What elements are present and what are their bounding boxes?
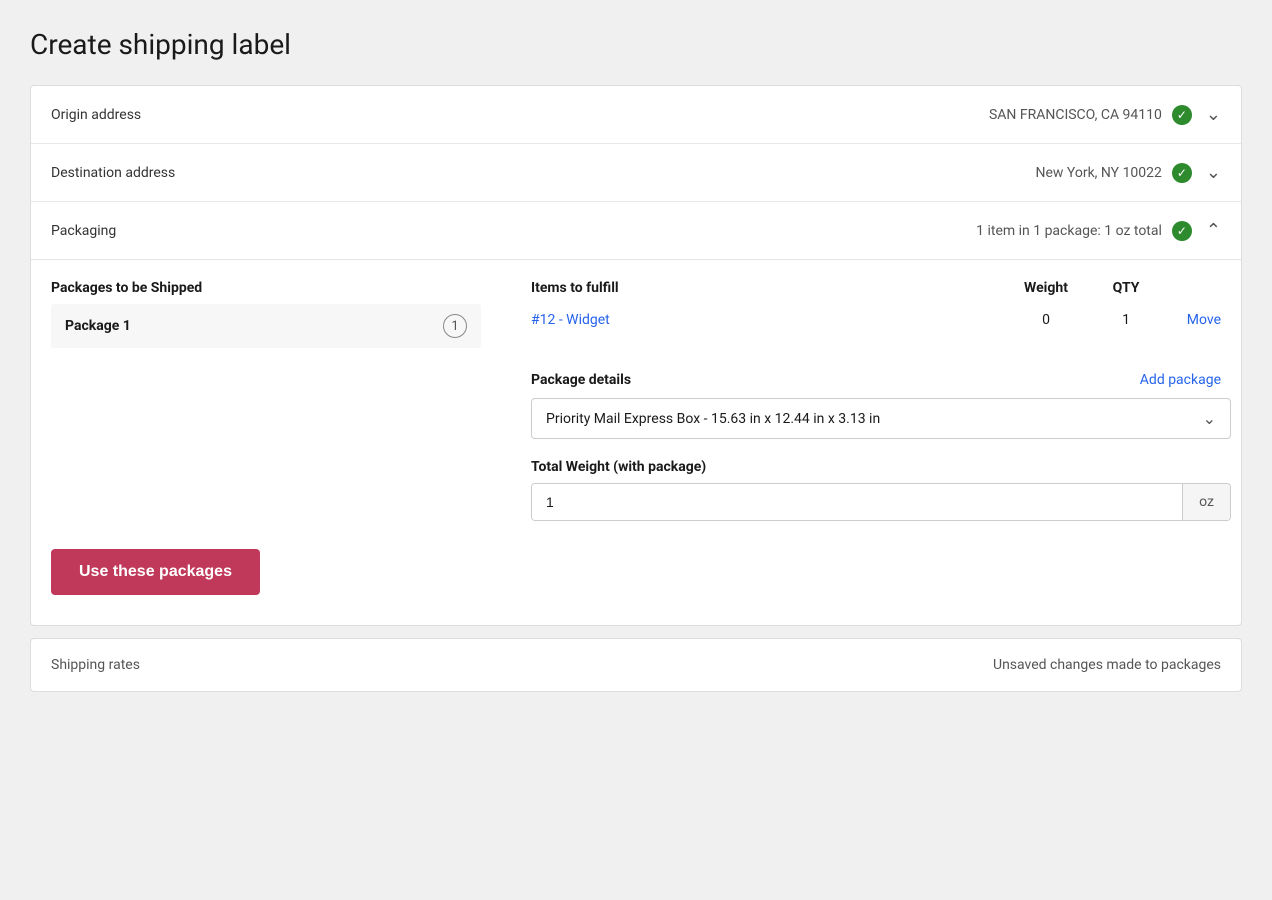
packaging-header-right: 1 item in 1 package: 1 oz total ✓ ⌃: [976, 220, 1221, 241]
package-details-label: Package details: [531, 372, 631, 388]
weight-input-row: oz: [531, 483, 1231, 521]
page-title: Create shipping label: [30, 20, 1242, 61]
add-package-link[interactable]: Add package: [1140, 372, 1221, 388]
origin-chevron-icon[interactable]: ⌄: [1206, 104, 1221, 125]
item-name-link[interactable]: #12 - Widget: [531, 312, 1001, 328]
packaging-body: Packages to be Shipped Items to fulfill …: [31, 260, 1241, 625]
destination-address-section: Destination address New York, NY 10022 ✓…: [31, 144, 1241, 202]
item-qty: 1: [1091, 312, 1161, 328]
packaging-chevron-icon[interactable]: ⌃: [1206, 220, 1221, 241]
use-packages-button[interactable]: Use these packages: [51, 549, 260, 595]
item-weight: 0: [1001, 312, 1091, 328]
items-col: #12 - Widget 0 1 Move: [531, 304, 1221, 332]
destination-verified-icon: ✓: [1172, 163, 1192, 183]
destination-chevron-icon[interactable]: ⌄: [1206, 162, 1221, 183]
destination-label: Destination address: [51, 165, 175, 181]
col-packages-header: Packages to be Shipped: [51, 280, 531, 296]
origin-right: SAN FRANCISCO, CA 94110 ✓ ⌄: [989, 104, 1221, 125]
packaging-verified-icon: ✓: [1172, 221, 1192, 241]
packaging-label: Packaging: [51, 223, 116, 239]
col-items-header: Items to fulfill: [531, 280, 1001, 296]
package-select-value: Priority Mail Express Box - 15.63 in x 1…: [546, 411, 880, 427]
package-item: Package 1 1: [51, 304, 481, 348]
package-select[interactable]: Priority Mail Express Box - 15.63 in x 1…: [531, 398, 1231, 439]
move-button[interactable]: Move: [1161, 312, 1221, 328]
origin-label: Origin address: [51, 107, 141, 123]
destination-value: New York, NY 10022: [1035, 165, 1161, 181]
origin-value: SAN FRANCISCO, CA 94110: [989, 107, 1162, 123]
main-card: Origin address SAN FRANCISCO, CA 94110 ✓…: [30, 85, 1242, 626]
total-weight-section: Total Weight (with package) oz: [531, 459, 1221, 521]
package-name: Package 1: [65, 318, 131, 334]
package-list-col: Package 1 1: [51, 304, 531, 348]
table-header: Packages to be Shipped Items to fulfill …: [51, 280, 1221, 296]
weight-input[interactable]: [532, 484, 1182, 520]
table-row: Package 1 1 #12 - Widget 0 1 Move: [51, 304, 1221, 348]
origin-verified-icon: ✓: [1172, 105, 1192, 125]
package-details-section: Package details Add package Priority Mai…: [51, 372, 1221, 439]
col-qty-header: QTY: [1091, 280, 1161, 296]
origin-address-section: Origin address SAN FRANCISCO, CA 94110 ✓…: [31, 86, 1241, 144]
col-weight-header: Weight: [1001, 280, 1091, 296]
unsaved-changes-text: Unsaved changes made to packages: [993, 657, 1221, 673]
shipping-rates-label: Shipping rates: [51, 657, 140, 673]
package-select-wrapper: Priority Mail Express Box - 15.63 in x 1…: [531, 398, 1221, 439]
packaging-summary: 1 item in 1 package: 1 oz total: [976, 223, 1162, 239]
total-weight-label: Total Weight (with package): [531, 459, 1221, 475]
select-chevron-icon: ⌄: [1203, 409, 1216, 428]
packaging-header: Packaging 1 item in 1 package: 1 oz tota…: [31, 202, 1241, 260]
packaging-section: Packaging 1 item in 1 package: 1 oz tota…: [31, 202, 1241, 625]
weight-unit: oz: [1182, 484, 1230, 520]
package-badge: 1: [443, 314, 467, 338]
shipping-rates-section: Shipping rates Unsaved changes made to p…: [30, 638, 1242, 692]
package-details-header: Package details Add package: [51, 372, 1221, 388]
destination-right: New York, NY 10022 ✓ ⌄: [1035, 162, 1221, 183]
item-row: #12 - Widget 0 1 Move: [531, 312, 1221, 328]
